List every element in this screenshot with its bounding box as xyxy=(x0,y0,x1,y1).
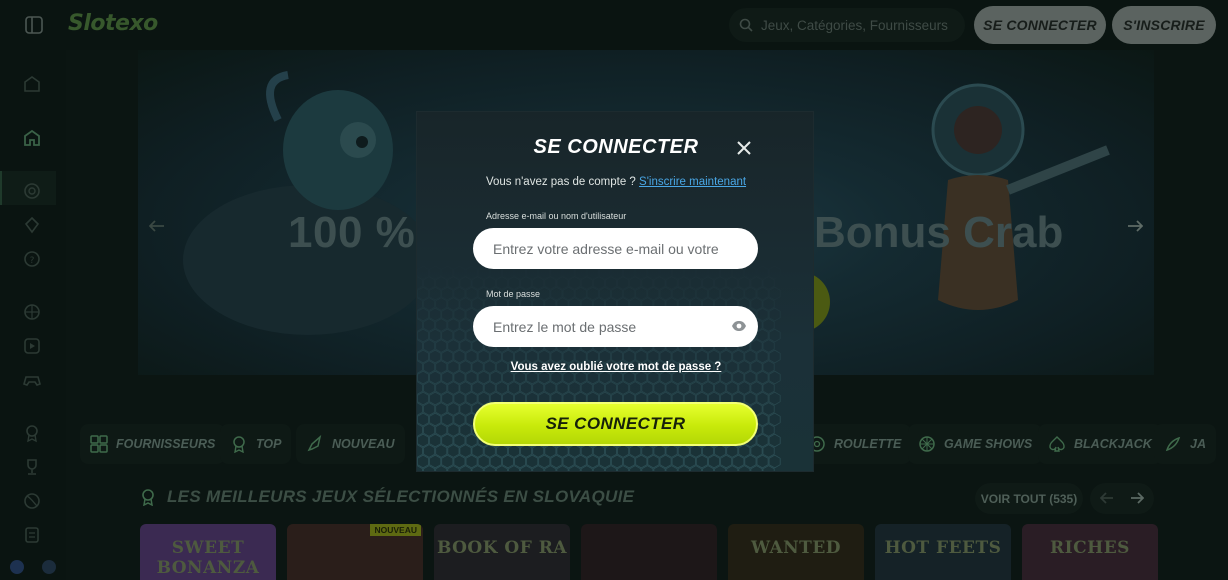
hero-next-button[interactable] xyxy=(1118,209,1152,243)
document-icon[interactable] xyxy=(22,525,42,545)
medal-icon xyxy=(233,436,245,453)
search-placeholder: Jeux, Catégories, Fournisseurs xyxy=(761,17,948,33)
language-flag-icon[interactable] xyxy=(10,560,24,574)
help-icon[interactable]: ? xyxy=(22,249,42,269)
gamepad-icon[interactable] xyxy=(22,370,42,390)
game-card[interactable] xyxy=(581,524,717,580)
tab-label: BLACKJACK xyxy=(1074,437,1152,451)
home-icon[interactable] xyxy=(22,128,42,148)
tab-blackjack[interactable]: BLACKJACK xyxy=(1038,424,1162,464)
sidebar-toggle-icon[interactable] xyxy=(24,15,44,35)
tab-label: FOURNISSEURS xyxy=(116,437,216,451)
roulette-icon[interactable] xyxy=(22,302,42,322)
award-ribbon-icon xyxy=(142,489,154,506)
lobby-icon[interactable] xyxy=(22,74,42,94)
hero-prev-button[interactable] xyxy=(140,209,174,243)
award-icon[interactable] xyxy=(22,423,42,443)
jackpot-icon xyxy=(1165,436,1181,452)
live-casino-icon[interactable] xyxy=(22,336,42,356)
login-modal: SE CONNECTER Vous n'avez pas de compte ?… xyxy=(416,111,814,472)
password-label: Mot de passe xyxy=(486,289,541,299)
tab-label: TOP xyxy=(256,437,282,451)
tab-jackpot[interactable]: JA xyxy=(1154,424,1216,464)
promotions-icon[interactable] xyxy=(22,215,42,235)
eye-icon[interactable] xyxy=(731,320,747,332)
tab-label: GAME SHOWS xyxy=(944,437,1033,451)
forgot-password-link[interactable]: Vous avez oublié votre mot de passe ? xyxy=(417,361,813,373)
tab-label: JA xyxy=(1190,437,1206,451)
tab-new[interactable]: NOUVEAU xyxy=(296,424,405,464)
tab-label: NOUVEAU xyxy=(332,437,395,451)
search-icon xyxy=(739,18,753,32)
game-card[interactable]: RICHES xyxy=(1022,524,1158,580)
tab-providers[interactable]: FOURNISSEURS xyxy=(80,424,226,464)
modal-title: SE CONNECTER xyxy=(533,136,699,158)
tab-game-shows[interactable]: GAME SHOWS xyxy=(908,424,1043,464)
sidebar: ? xyxy=(0,50,66,580)
email-field[interactable] xyxy=(473,228,758,269)
top-bar: Slotexo Jeux, Catégories, Fournisseurs S… xyxy=(0,0,1228,50)
support-icon[interactable] xyxy=(42,560,56,574)
no-account-text: Vous n'avez pas de compte ? xyxy=(485,176,636,188)
game-card-title: HOT FEETS xyxy=(884,538,1002,558)
game-card[interactable]: HOT FEETS xyxy=(875,524,1011,580)
login-submit-button[interactable]: SE CONNECTER xyxy=(473,402,758,446)
site-logo[interactable]: Slotexo xyxy=(68,11,158,36)
grid-icon xyxy=(90,435,108,453)
spade-icon xyxy=(1049,436,1065,452)
game-card[interactable]: SWEET BONANZA xyxy=(140,524,276,580)
arrow-right-icon[interactable] xyxy=(1130,492,1144,504)
casino-chip-icon[interactable] xyxy=(22,181,42,201)
games-carousel-nav xyxy=(1090,483,1154,514)
game-card-title: RICHES xyxy=(1050,538,1130,558)
trophy-icon[interactable] xyxy=(22,457,42,477)
tab-label: ROULETTE xyxy=(834,437,902,451)
game-card-title: WANTED xyxy=(750,538,842,558)
svg-text:?: ? xyxy=(30,256,35,266)
arrow-left-icon xyxy=(149,220,164,232)
game-card[interactable]: NOUVEAU xyxy=(287,524,423,580)
rocket-icon xyxy=(307,435,322,452)
game-card[interactable]: WANTED xyxy=(728,524,864,580)
game-card-title: SWEET BONANZA xyxy=(156,538,260,578)
arrow-left-icon[interactable] xyxy=(1100,492,1114,504)
password-field[interactable] xyxy=(473,306,758,347)
search-bar[interactable]: Jeux, Catégories, Fournisseurs xyxy=(729,8,965,42)
wheel-icon xyxy=(919,436,935,452)
hero-title-right: Bonus Crab xyxy=(814,208,1064,257)
game-card[interactable]: BOOK OF RA xyxy=(434,524,570,580)
arrow-right-icon xyxy=(1128,220,1143,232)
new-badge: NOUVEAU xyxy=(370,524,421,536)
featured-section-title: LES MEILLEURS JEUX SÉLECTIONNÉS EN SLOVA… xyxy=(167,487,635,506)
email-label: Adresse e-mail ou nom d'utilisateur xyxy=(486,211,627,221)
header-login-button[interactable]: SE CONNECTER xyxy=(974,6,1106,44)
close-icon[interactable] xyxy=(735,139,753,157)
game-card-title: BOOK OF RA xyxy=(436,538,568,558)
tab-roulette[interactable]: ROULETTE xyxy=(798,424,912,464)
see-all-button[interactable]: VOIR TOUT (535) xyxy=(975,483,1083,514)
signup-prompt: Vous n'avez pas de compte ? S'inscrire m… xyxy=(417,176,813,188)
header-signup-button[interactable]: S'INSCRIRE xyxy=(1112,6,1216,44)
signup-link[interactable]: S'inscrire maintenant xyxy=(639,176,746,188)
tab-top[interactable]: TOP xyxy=(220,424,292,464)
sports-icon[interactable] xyxy=(22,491,42,511)
